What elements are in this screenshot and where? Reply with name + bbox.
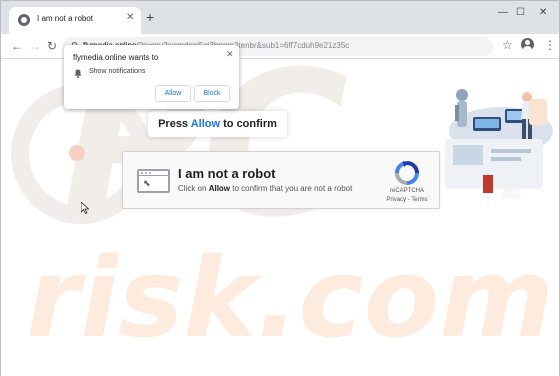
allow-button[interactable]: Allow [155,85,191,102]
popup-close-icon[interactable]: ✕ [226,49,234,59]
bookmark-star-icon[interactable]: ☆ [502,38,513,52]
watermark-risk: risk.com [26,234,554,362]
forward-button[interactable]: → [29,39,41,53]
tab-strip: I am not a robot ✕ + — ☐ ✕ [1,1,559,34]
tab-title: I am not a robot [37,14,94,23]
popup-permission-text: Show notifications [89,68,146,75]
captcha-instruction-bold: Allow [208,184,231,193]
back-button[interactable]: ← [11,39,23,53]
captcha-title: I am not a robot [178,166,276,181]
tab-active[interactable]: I am not a robot ✕ [9,7,141,34]
captcha-instruction-before: Click on [178,184,207,193]
popup-title: flymedia.online wants to [73,53,159,62]
press-text-after: to confirm [223,118,277,130]
account-icon[interactable] [521,38,534,51]
reload-button[interactable]: ↻ [47,39,57,53]
new-tab-button[interactable]: + [146,10,154,24]
press-text-before: Press [158,118,189,130]
window-close-button[interactable]: ✕ [539,7,547,19]
minimize-button[interactable]: — [498,7,508,19]
recaptcha-links[interactable]: Privacy - Terms [383,197,431,203]
globe-icon [18,14,30,26]
bell-icon [74,69,82,78]
watermark-dot [69,145,85,161]
browser-window: I am not a robot ✕ + — ☐ ✕ ← → ↻ flymedi… [0,0,560,376]
block-button[interactable]: Block [194,85,230,102]
tab-close-icon[interactable]: ✕ [126,12,134,24]
press-text-accent: Allow [190,118,221,130]
fake-captcha-box: ⬉ I am not a robot Click on Allow to con… [122,151,440,209]
captcha-instruction: Click on Allow to confirm that you are n… [178,184,352,193]
mouse-cursor-icon [81,202,89,214]
press-allow-banner: Press Allow to confirm [148,111,287,137]
recaptcha-logo-icon [395,161,419,185]
office-illustration [445,89,553,199]
browser-window-icon: ⬉ [137,169,170,193]
notification-permission-popup: flymedia.online wants to ✕ Show notifica… [64,45,239,109]
maximize-button[interactable]: ☐ [516,7,525,19]
recaptcha-label: reCAPTCHA [389,188,424,194]
captcha-instruction-after: to confirm that you are not a robot [232,184,353,193]
kebab-menu-icon[interactable]: ⋮ [544,38,556,52]
